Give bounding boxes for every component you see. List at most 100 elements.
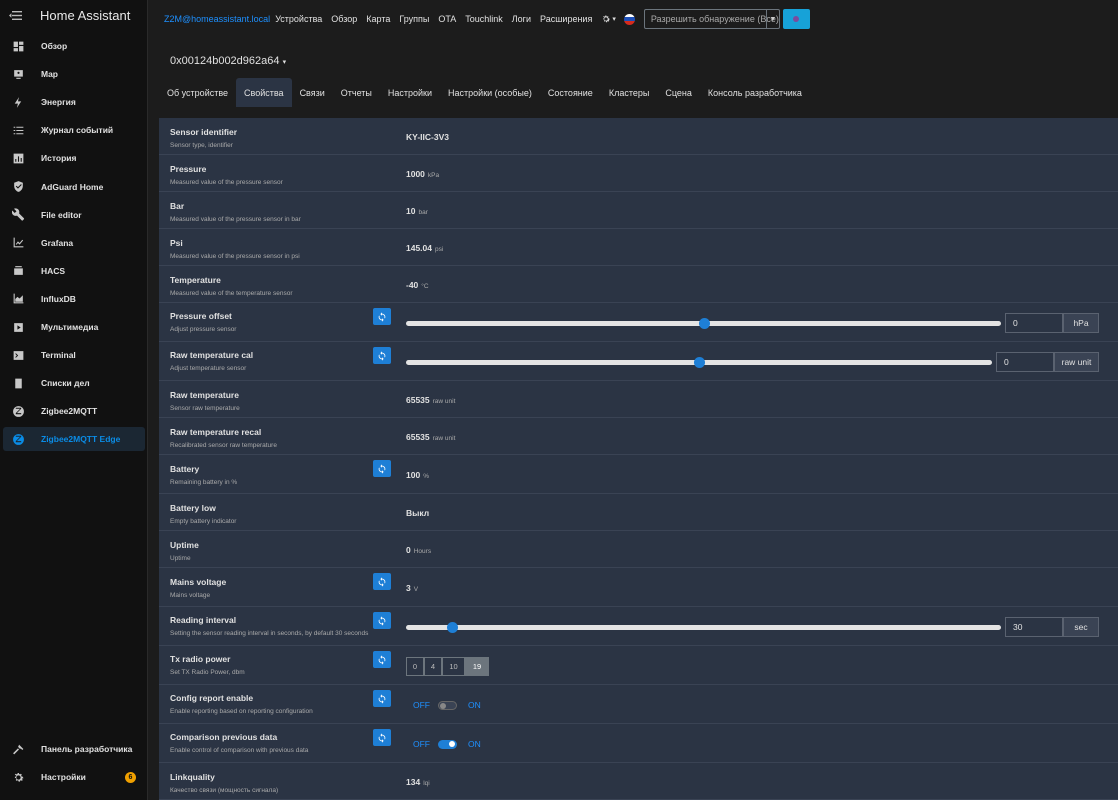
nav-link-5[interactable]: OTA	[438, 14, 456, 24]
property-title: Raw temperature	[170, 390, 239, 400]
refresh-button[interactable]	[373, 347, 391, 364]
chevron-down-icon: ▾	[282, 59, 287, 66]
tab-7[interactable]: Состояние	[540, 78, 601, 107]
property-value: 0 Hours	[406, 545, 431, 555]
tab-10[interactable]: Консоль разработчика	[700, 78, 810, 107]
property-label: Comparison previous data Enable control o…	[170, 732, 308, 754]
property-label: Linkquality Качество связи (мощность сигн…	[170, 772, 278, 794]
value-slider[interactable]	[406, 318, 1001, 329]
tab-8[interactable]: Кластеры	[601, 78, 658, 107]
settings-dropdown[interactable]: ▾	[601, 14, 616, 24]
slider-handle[interactable]	[447, 622, 458, 633]
sidebar-item-история[interactable]: История	[3, 146, 145, 170]
toggle-switch[interactable]	[438, 739, 457, 749]
sidebar-item-label: Энергия	[41, 97, 76, 108]
option-button-19[interactable]: 19	[465, 657, 489, 676]
value-unit: Hours	[413, 548, 432, 555]
sidebar-item-настройки[interactable]: Настройки 6	[3, 765, 145, 789]
menu-icon[interactable]	[0, 10, 30, 21]
sidebar-item-terminal[interactable]: Terminal	[3, 343, 145, 367]
refresh-button[interactable]	[373, 690, 391, 707]
refresh-button[interactable]	[373, 308, 391, 325]
off-label[interactable]: OFF	[413, 739, 430, 749]
on-label[interactable]: ON	[468, 739, 481, 749]
sidebar-item-hacs[interactable]: HACS	[3, 259, 145, 283]
nav-link-1[interactable]: Устройства	[275, 14, 322, 24]
sidebar-item-zigbee2mqtt[interactable]: Zigbee2MQTT	[3, 399, 145, 423]
off-label[interactable]: OFF	[413, 700, 430, 710]
sidebar-item-adguard-home[interactable]: AdGuard Home	[3, 175, 145, 199]
tab-9[interactable]: Сцена	[657, 78, 700, 107]
property-description: Mains voltage	[170, 592, 211, 599]
property-row-comparison-previous-data: Comparison previous data Enable control o…	[159, 724, 1118, 763]
sidebar-item-журнал-событий[interactable]: Журнал событий	[3, 118, 145, 142]
sidebar-item-map[interactable]: Map	[3, 62, 145, 86]
nav-link-7[interactable]: Логи	[512, 14, 531, 24]
slider-handle[interactable]	[694, 357, 705, 368]
nav-link-3[interactable]: Карта	[366, 14, 390, 24]
property-description: Sensor raw temperature	[170, 405, 240, 412]
permit-join-button[interactable]: Разрешить обнаружение (Все) ▼	[643, 9, 780, 29]
sidebar-item-мультимедиа[interactable]: Мультимедиа	[3, 315, 145, 339]
refresh-button[interactable]	[373, 612, 391, 629]
value-input[interactable]: 0	[1005, 313, 1063, 333]
value-input[interactable]: 30	[1005, 617, 1063, 637]
tab-5[interactable]: Настройки	[380, 78, 440, 107]
slider-handle[interactable]	[699, 318, 710, 329]
unit-label: hPa	[1063, 313, 1099, 333]
option-button-0[interactable]: 0	[406, 657, 424, 676]
property-row-raw-temperature-cal: Raw temperature cal Adjust temperature se…	[159, 342, 1118, 381]
sidebar-item-панель-разработчика[interactable]: Панель разработчика	[3, 737, 145, 761]
toggle-switch[interactable]	[438, 700, 457, 710]
sidebar-item-label: Панель разработчика	[41, 744, 133, 754]
property-value: 134 lqi	[406, 777, 430, 787]
property-title: Battery low	[170, 503, 216, 513]
on-label[interactable]: ON	[468, 700, 481, 710]
refresh-button[interactable]	[373, 573, 391, 590]
chevron-down-icon: ▾	[612, 16, 616, 23]
tab-1[interactable]: Об устройстве	[159, 78, 236, 107]
language-flag-icon[interactable]	[623, 13, 635, 25]
refresh-button[interactable]	[373, 460, 391, 477]
sidebar-item-zigbee2mqtt-edge[interactable]: Zigbee2MQTT Edge	[3, 427, 145, 452]
property-row-uptime: Uptime Uptime 0 Hours	[159, 531, 1118, 568]
option-button-10[interactable]: 10	[442, 657, 465, 676]
permit-join-dropdown[interactable]: ▼	[765, 10, 779, 28]
tab-3[interactable]: Связи	[292, 78, 333, 107]
sidebar-item-списки-дел[interactable]: Списки дел	[3, 371, 145, 395]
permit-join-indicator-button[interactable]	[782, 9, 810, 29]
sidebar-item-file-editor[interactable]: File editor	[3, 203, 145, 227]
sidebar-item-grafana[interactable]: Grafana	[3, 231, 145, 255]
refresh-button[interactable]	[373, 729, 391, 746]
tab-4[interactable]: Отчеты	[333, 78, 380, 107]
sidebar-item-label: Обзор	[41, 41, 68, 51]
tab-6[interactable]: Настройки (особые)	[440, 78, 540, 107]
sidebar-item-label: InfluxDB	[41, 293, 76, 304]
value-slider[interactable]	[406, 357, 992, 368]
tab-2[interactable]: Свойства	[236, 78, 292, 107]
sidebar-item-энергия[interactable]: Энергия	[3, 90, 145, 114]
value-text: 145.04	[406, 243, 432, 253]
nav-link-6[interactable]: Touchlink	[465, 14, 503, 24]
toggle-knob	[449, 740, 455, 747]
sidebar-item-influxdb[interactable]: InfluxDB	[3, 287, 145, 311]
property-value: KY-IIC-3V3	[406, 132, 449, 142]
property-title: Raw temperature recal	[170, 427, 262, 437]
value-input[interactable]: 0	[996, 352, 1054, 372]
property-row-reading-interval: Reading interval Setting the sensor readi…	[159, 607, 1118, 646]
value-text: 3	[406, 583, 411, 593]
sidebar-item-обзор[interactable]: Обзор	[3, 34, 145, 58]
nav-link-4[interactable]: Группы	[399, 14, 429, 24]
nav-link-2[interactable]: Обзор	[331, 14, 357, 24]
property-row-pressure: Pressure Measured value of the pressure s…	[159, 155, 1118, 192]
value-slider[interactable]	[406, 622, 1001, 633]
device-selector[interactable]: 0x00124b002d962a64 ▾	[170, 55, 286, 67]
gear-icon	[603, 15, 611, 23]
property-row-battery-low: Battery low Empty battery indicator Выкл	[159, 494, 1118, 531]
clipboard-list-icon	[6, 377, 30, 390]
refresh-button[interactable]	[373, 651, 391, 668]
option-button-4[interactable]: 4	[424, 657, 442, 676]
brand-link[interactable]: Z2M@homeassistant.local	[164, 14, 270, 24]
nav-link-8[interactable]: Расширения	[540, 14, 592, 24]
value-text: 134	[406, 777, 421, 787]
